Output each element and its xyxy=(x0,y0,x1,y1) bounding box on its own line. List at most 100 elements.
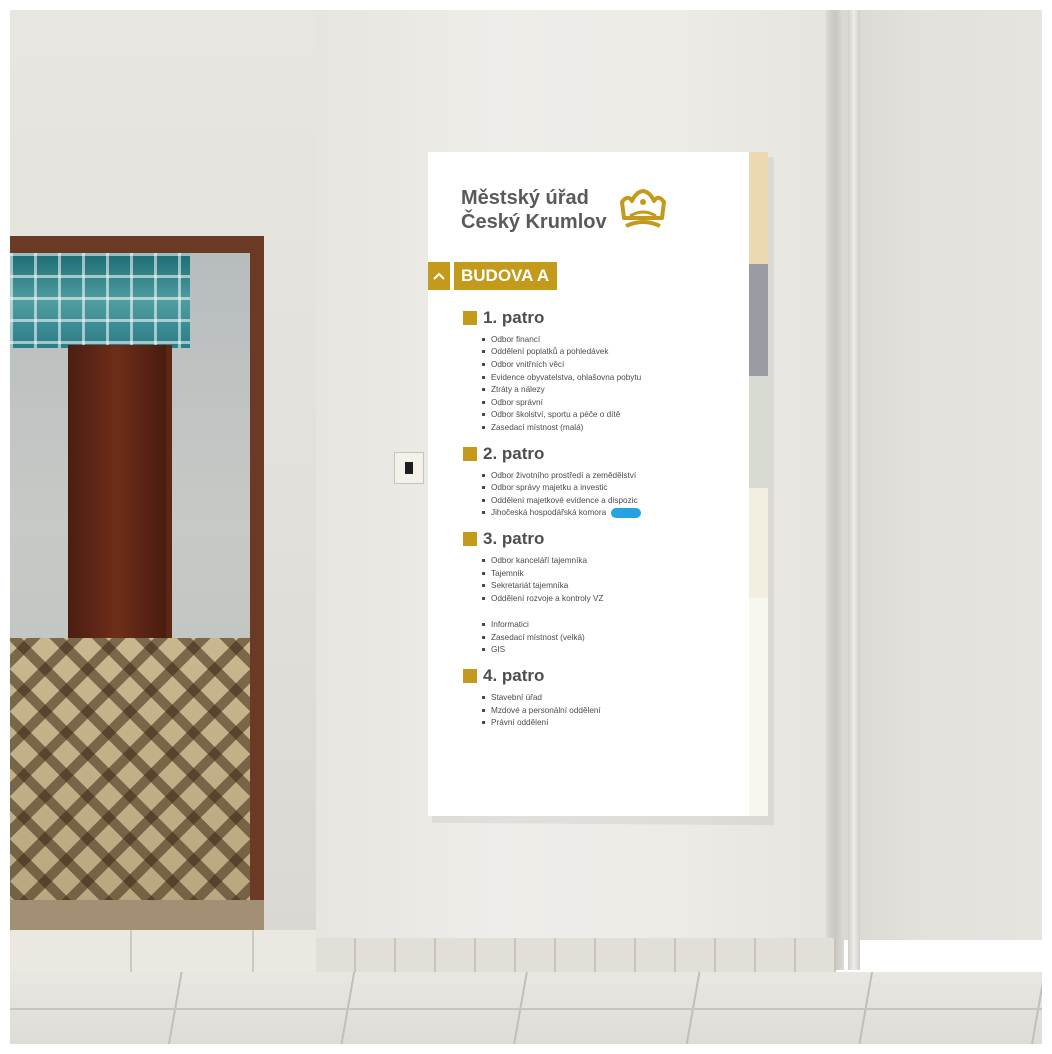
list-item-label: Oddělení majetkové evidence a dispozic xyxy=(491,495,638,505)
bullet-icon xyxy=(482,425,485,429)
glass-block-window xyxy=(10,253,190,348)
sign-title-line1: Městský úřad xyxy=(461,187,589,209)
list-item-label: Zasedací místnost (malá) xyxy=(491,422,584,432)
floor-block: 4. patro Stavební úřad Mzdové a personální… xyxy=(463,665,743,729)
bullet-icon xyxy=(482,498,485,502)
list-item: Odbor životního prostředí a zemědělství xyxy=(482,469,743,482)
list-item: Tajemník xyxy=(482,567,743,580)
list-item-label: GIS xyxy=(491,645,506,655)
bullet-icon xyxy=(482,584,485,588)
cable-conduit xyxy=(848,10,860,970)
bullet-icon xyxy=(482,337,485,341)
list-item: Jihočeská hospodářská komora xyxy=(482,507,743,520)
floor-item-list: Odbor financí Oddělení poplatků a pohledá… xyxy=(463,333,743,434)
list-item-label: Odbor správy majetku a investic xyxy=(491,483,608,493)
list-item: Informatici xyxy=(482,619,743,632)
bullet-icon xyxy=(482,571,485,575)
floor-marker xyxy=(463,311,477,325)
bullet-icon xyxy=(482,648,485,652)
list-item-label: Zasedací místnost (velká) xyxy=(491,632,585,642)
floor-item-list: Odbor životního prostředí a zemědělství O… xyxy=(463,469,743,519)
list-item-label: Evidence obyvatelstva, ohlašovna pobytu xyxy=(491,372,642,382)
list-item: Stavební úřad xyxy=(482,691,743,704)
strip-segment xyxy=(749,488,768,598)
bullet-icon xyxy=(482,413,485,417)
list-item: Právní oddělení xyxy=(482,716,743,729)
floor-marker xyxy=(463,669,477,684)
strip-segment xyxy=(749,264,768,376)
list-item: Oddělení rozvoje a kontroly VZ xyxy=(482,592,743,605)
list-item-label: Odbor kanceláří tajemníka xyxy=(491,555,588,565)
bullet-icon xyxy=(482,696,485,700)
directory-sign: Městský úřad Český Krumlov BUDOVA A 1. p… xyxy=(428,152,768,816)
strip-segment xyxy=(749,598,768,816)
wall-corner xyxy=(826,10,844,970)
floor-directory: 1. patro Odbor financí Oddělení poplatků a… xyxy=(463,307,743,738)
list-item: Zasedací místnost (malá) xyxy=(482,421,743,434)
scene: Městský úřad Český Krumlov BUDOVA A 1. p… xyxy=(0,0,1052,1054)
door-sill xyxy=(10,900,264,930)
list-item: Odbor vnitřních věcí xyxy=(482,358,743,371)
corridor-floor xyxy=(10,638,250,930)
bullet-icon xyxy=(482,375,485,379)
bullet-icon xyxy=(482,388,485,392)
bullet-icon xyxy=(482,473,485,477)
bullet-icon xyxy=(482,350,485,354)
bullet-icon xyxy=(482,558,485,562)
floor-title: 4. patro xyxy=(483,666,545,686)
floor-heading: 4. patro xyxy=(463,665,743,687)
floor-title: 1. patro xyxy=(483,308,545,327)
list-item: Oddělení majetkové evidence a dispozic xyxy=(482,494,743,507)
list-item-label: Oddělení rozvoje a kontroly VZ xyxy=(491,593,604,603)
bullet-icon xyxy=(482,623,485,627)
doorway-opening xyxy=(10,253,250,930)
light-switch xyxy=(394,452,424,484)
strip-segment xyxy=(749,376,768,488)
list-item-label: Jihočeská hospodářská komora xyxy=(491,508,607,518)
sign-title: Městský úřad Český Krumlov xyxy=(461,186,611,234)
list-item-label: Odbor školství, sportu a péče o dítě xyxy=(491,410,621,420)
list-item-label: Odbor správní xyxy=(491,397,543,407)
list-item: Mzdové a personální oddělení xyxy=(482,704,743,717)
bullet-icon xyxy=(482,362,485,366)
strip-segment xyxy=(749,152,768,264)
bullet-icon xyxy=(482,635,485,639)
floor-item-list: Odbor kanceláří tajemníka Tajemník Sekreta… xyxy=(463,554,743,656)
list-item: Oddělení poplatků a pohledávek xyxy=(482,346,743,359)
list-item-label: Odbor financí xyxy=(491,334,541,344)
bullet-icon xyxy=(482,721,485,725)
right-wall xyxy=(836,10,1042,940)
list-item: Odbor školství, sportu a péče o dítě xyxy=(482,409,743,422)
building-label: BUDOVA A xyxy=(454,262,558,290)
list-item-label: Mzdové a personální oddělení xyxy=(491,705,601,715)
bullet-icon xyxy=(482,596,485,600)
list-item: GIS xyxy=(482,644,743,657)
list-item-label: Informatici xyxy=(491,620,529,630)
list-item xyxy=(482,605,743,619)
floor-block: 3. patro Odbor kanceláří tajemníka Tajemní… xyxy=(463,528,743,656)
list-item-label: Stavební úřad xyxy=(491,693,542,703)
sign-title-line2: Český Krumlov xyxy=(461,211,607,233)
floor-marker xyxy=(463,446,477,461)
bullet-icon xyxy=(482,486,485,490)
floor-block: 1. patro Odbor financí Oddělení poplatků a… xyxy=(463,307,743,434)
floor-marker xyxy=(463,532,477,547)
list-item: Odbor kanceláří tajemníka xyxy=(482,554,743,567)
bullet-icon xyxy=(482,400,485,404)
crown-icon xyxy=(620,189,666,228)
floor-heading: 2. patro xyxy=(463,443,743,465)
list-item: Sekretariát tajemníka xyxy=(482,579,743,592)
list-item-label: Tajemník xyxy=(491,568,524,578)
list-item-label: Ztráty a nálezy xyxy=(491,385,545,395)
floor-block: 2. patro Odbor životního prostředí a země… xyxy=(463,443,743,519)
list-item: Odbor správní xyxy=(482,396,743,409)
chevron-up-icon xyxy=(428,262,450,290)
list-item: Evidence obyvatelstva, ohlašovna pobytu xyxy=(482,371,743,384)
list-item: Odbor financí xyxy=(482,333,743,346)
list-item: Zasedací místnost (velká) xyxy=(482,631,743,644)
floor-title: 3. patro xyxy=(483,529,545,549)
light-switch-key xyxy=(405,462,413,474)
list-item: Odbor správy majetku a investic xyxy=(482,481,743,494)
bullet-icon xyxy=(482,708,485,712)
list-item-label: Odbor vnitřních věcí xyxy=(491,359,565,369)
